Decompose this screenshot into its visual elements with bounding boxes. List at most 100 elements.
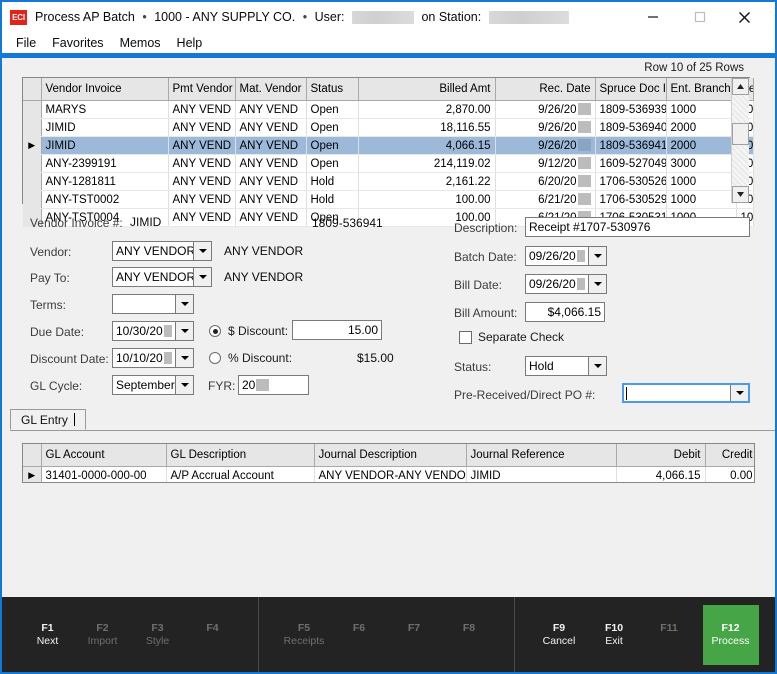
close-button[interactable] <box>722 2 767 32</box>
cell-journal-reference[interactable]: JIMID <box>466 466 617 482</box>
pre-received-po-combobox[interactable] <box>622 383 750 403</box>
cell-ent-branch[interactable]: 1000 <box>666 172 737 191</box>
cell-billed-amt[interactable]: 18,116.55 <box>358 118 496 137</box>
chevron-down-icon[interactable] <box>175 349 193 367</box>
cell-vendor-invoice[interactable]: ANY-2399191 <box>41 154 169 173</box>
cell-rec-date[interactable]: 9/26/20 <box>495 136 596 155</box>
table-row[interactable]: ▶ 31401-0000-000-00 A/P Accrual Account ANY… <box>23 466 754 482</box>
cell-journal-description[interactable]: ANY VENDOR-ANY VENDO <box>314 466 467 482</box>
cell-mat-vendor[interactable]: ANY VEND <box>235 100 307 119</box>
cell-vendor-invoice[interactable]: JIMID <box>41 118 169 137</box>
cell-rec-date[interactable]: 6/20/20 <box>495 172 596 191</box>
percent-discount-radio[interactable] <box>209 352 221 364</box>
row-marker[interactable] <box>23 118 42 137</box>
cell-rec-date[interactable]: 6/21/20 <box>495 190 596 209</box>
cell-pmt-vendor[interactable]: ANY VEND <box>168 118 236 137</box>
scroll-thumb[interactable] <box>732 123 749 145</box>
row-marker[interactable]: ▶ <box>23 466 42 482</box>
cell-spruce-doc-id[interactable]: 1809-536939 <box>595 100 667 119</box>
cell-ent-branch[interactable]: 1000 <box>666 100 737 119</box>
scroll-up-button[interactable] <box>732 78 749 95</box>
cell-vendor-invoice[interactable]: ANY-1281811 <box>41 172 169 191</box>
cell-billed-amt[interactable]: 100.00 <box>358 190 496 209</box>
row-marker[interactable] <box>23 190 42 209</box>
cell-vendor-invoice[interactable]: JIMID <box>41 136 169 155</box>
chevron-down-icon[interactable] <box>588 275 606 293</box>
col-header-pmt-vendor[interactable]: Pmt Vendor <box>168 78 236 101</box>
chevron-down-icon[interactable] <box>193 268 211 286</box>
col-header-spruce-doc-id[interactable]: Spruce Doc ID <box>595 78 667 101</box>
col-header-rec-date[interactable]: Rec. Date <box>495 78 596 101</box>
table-row[interactable]: ANY-1281811 ANY VEND ANY VEND Hold 2,161.22 6… <box>23 172 754 191</box>
cell-mat-vendor[interactable]: ANY VEND <box>235 136 307 155</box>
cell-mat-vendor[interactable]: ANY VEND <box>235 190 307 209</box>
dollar-discount-input[interactable]: 15.00 <box>292 320 382 340</box>
cell-billed-amt[interactable]: 2,161.22 <box>358 172 496 191</box>
cell-status[interactable]: Hold <box>306 172 359 191</box>
menu-item-help[interactable]: Help <box>171 34 213 52</box>
chevron-down-icon[interactable] <box>588 247 606 265</box>
menu-item-favorites[interactable]: Favorites <box>46 34 113 52</box>
cell-spruce-doc-id[interactable]: 1706-530529 <box>595 190 667 209</box>
menu-item-file[interactable]: File <box>10 34 46 52</box>
cell-ent-branch[interactable]: 2000 <box>666 118 737 137</box>
gl-col-header-journal-reference[interactable]: Journal Reference <box>466 444 617 467</box>
row-marker[interactable] <box>23 154 42 173</box>
cell-status[interactable]: Open <box>306 154 359 173</box>
gl-col-header-account[interactable]: GL Account <box>41 444 167 467</box>
gl-col-header-credit[interactable]: Credit <box>705 444 754 467</box>
cell-spruce-doc-id[interactable]: 1809-536940 <box>595 118 667 137</box>
cell-spruce-doc-id[interactable]: 1706-530526 <box>595 172 667 191</box>
row-marker[interactable]: ▶ <box>23 136 42 155</box>
row-marker[interactable] <box>23 172 42 191</box>
cell-status[interactable]: Open <box>306 100 359 119</box>
cell-billed-amt[interactable]: 214,119.02 <box>358 154 496 173</box>
function-key-f12[interactable]: F12 Process <box>702 604 759 665</box>
cell-credit[interactable]: 0.00 <box>705 466 754 482</box>
cell-mat-vendor[interactable]: ANY VEND <box>235 172 307 191</box>
invoice-grid-scrollbar[interactable] <box>731 78 749 203</box>
cell-status[interactable]: Open <box>306 118 359 137</box>
cell-ent-branch[interactable]: 3000 <box>666 154 737 173</box>
function-key-f9[interactable]: F9 Cancel <box>532 618 587 652</box>
col-header-ent-branch[interactable]: Ent. Branch <box>666 78 737 101</box>
cell-ent-branch[interactable]: 2000 <box>666 136 737 155</box>
cell-rec-date[interactable]: 9/12/20 <box>495 154 596 173</box>
maximize-button[interactable] <box>677 2 722 32</box>
batch-date-combobox[interactable]: 09/26/20 <box>525 246 607 266</box>
tab-gl-entry[interactable]: GL Entry <box>10 409 86 430</box>
cell-status[interactable]: Open <box>306 136 359 155</box>
gl-col-header-debit[interactable]: Debit <box>616 444 706 467</box>
col-header-vendor-invoice[interactable]: Vendor Invoice <box>41 78 169 101</box>
gl-cycle-combobox[interactable]: September <box>112 375 194 395</box>
cell-gl-account[interactable]: 31401-0000-000-00 <box>41 466 167 482</box>
table-row[interactable]: ▶ JIMID ANY VEND ANY VEND Open 4,066.15 9/26/2… <box>23 136 754 155</box>
cell-pmt-vendor[interactable]: ANY VEND <box>168 154 236 173</box>
table-row[interactable]: MARYS ANY VEND ANY VEND Open 2,870.00 9/26/20… <box>23 100 754 119</box>
minimize-button[interactable] <box>630 2 675 32</box>
chevron-down-icon[interactable] <box>193 242 211 260</box>
table-row[interactable]: JIMID ANY VEND ANY VEND Open 18,116.55 9/26/2… <box>23 118 754 137</box>
cell-pmt-vendor[interactable]: ANY VEND <box>168 172 236 191</box>
cell-debit[interactable]: 4,066.15 <box>616 466 706 482</box>
chevron-down-icon[interactable] <box>730 385 748 401</box>
chevron-down-icon[interactable] <box>175 322 193 340</box>
cell-gl-description[interactable]: A/P Accrual Account <box>166 466 315 482</box>
col-header-billed-amt[interactable]: Billed Amt <box>358 78 496 101</box>
cell-vendor-invoice[interactable]: MARYS <box>41 100 169 119</box>
function-key-f1[interactable]: F1 Next <box>20 618 75 652</box>
fyr-input[interactable]: 20 <box>238 375 309 395</box>
col-header-mat-vendor[interactable]: Mat. Vendor <box>235 78 307 101</box>
cell-ent-branch[interactable]: 1000 <box>666 190 737 209</box>
chevron-down-icon[interactable] <box>588 357 606 375</box>
table-row[interactable]: ANY-2399191 ANY VEND ANY VEND Open 214,119.0… <box>23 154 754 173</box>
cell-spruce-doc-id[interactable]: 1809-536941 <box>595 136 667 155</box>
menu-item-memos[interactable]: Memos <box>114 34 171 52</box>
cell-pmt-vendor[interactable]: ANY VEND <box>168 136 236 155</box>
vendor-combobox[interactable]: ANY VENDOR <box>112 241 212 261</box>
cell-billed-amt[interactable]: 4,066.15 <box>358 136 496 155</box>
cell-rec-date[interactable]: 9/26/20 <box>495 118 596 137</box>
description-input[interactable]: Receipt #1707-530976 <box>525 217 750 237</box>
separate-check-checkbox[interactable] <box>459 331 472 344</box>
chevron-down-icon[interactable] <box>175 295 193 313</box>
